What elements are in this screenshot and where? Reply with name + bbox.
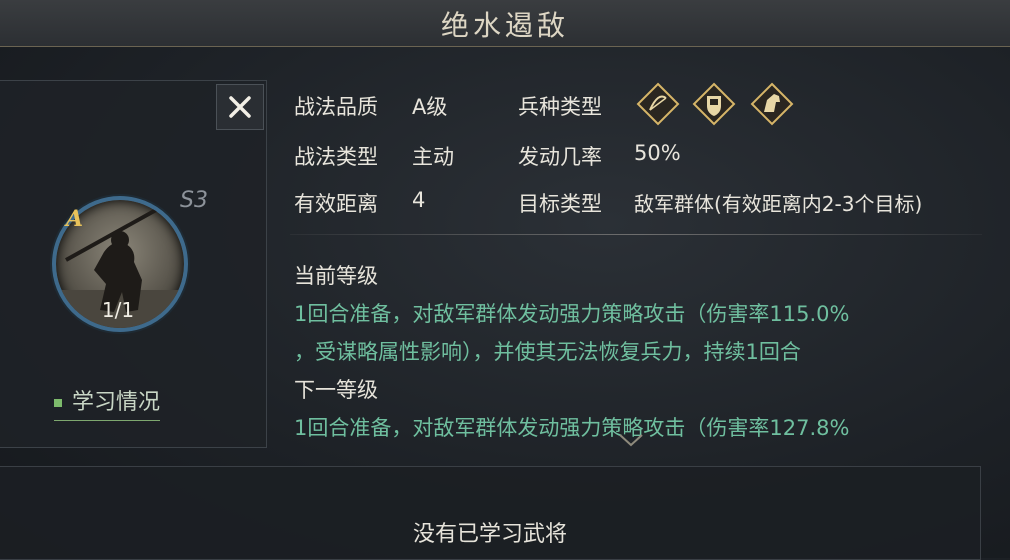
cavalry-icon bbox=[750, 82, 794, 126]
range-label: 有效距离 bbox=[294, 192, 378, 216]
title-bar: 绝水遏敌 bbox=[0, 0, 1010, 47]
current-level-line1: 1回合准备，对敌军群体发动强力策略攻击（伤害率115.0% bbox=[294, 302, 850, 326]
season-label: S3 bbox=[180, 188, 208, 213]
shield-icon bbox=[692, 82, 736, 126]
bullet-icon bbox=[54, 399, 62, 407]
quality-label: 战法品质 bbox=[294, 95, 378, 119]
current-level-line2: ，受谋略属性影响），并使其无法恢复兵力，持续1回合 bbox=[294, 340, 801, 364]
archer-icon bbox=[636, 82, 680, 126]
divider bbox=[290, 234, 982, 235]
rate-label: 发动几率 bbox=[518, 145, 602, 169]
troop-label: 兵种类型 bbox=[518, 95, 602, 119]
learn-status-label: 学习情况 bbox=[72, 390, 161, 415]
rate-value: 50% bbox=[634, 141, 681, 165]
target-value: 敌军群体(有效距离内2-3个目标) bbox=[634, 192, 923, 216]
range-value: 4 bbox=[412, 188, 426, 212]
target-label: 目标类型 bbox=[518, 192, 602, 216]
type-value: 主动 bbox=[412, 145, 454, 169]
scroll-down-icon[interactable] bbox=[616, 432, 646, 448]
next-level-line1: 1回合准备，对敌军群体发动强力策略攻击（伤害率127.8% bbox=[294, 416, 850, 440]
quality-value: A级 bbox=[412, 95, 448, 119]
grade-badge: A bbox=[66, 206, 84, 232]
current-level-heading: 当前等级 bbox=[294, 264, 378, 288]
close-button[interactable] bbox=[216, 84, 264, 130]
type-label: 战法类型 bbox=[294, 145, 378, 169]
learn-status-link[interactable]: 学习情况 bbox=[54, 384, 161, 421]
learn-count: 1/1 bbox=[101, 298, 135, 322]
skill-title: 绝水遏敌 bbox=[440, 9, 569, 42]
next-level-heading: 下一等级 bbox=[294, 378, 378, 402]
no-generals-text: 没有已学习武将 bbox=[412, 522, 567, 547]
close-icon bbox=[229, 96, 251, 118]
